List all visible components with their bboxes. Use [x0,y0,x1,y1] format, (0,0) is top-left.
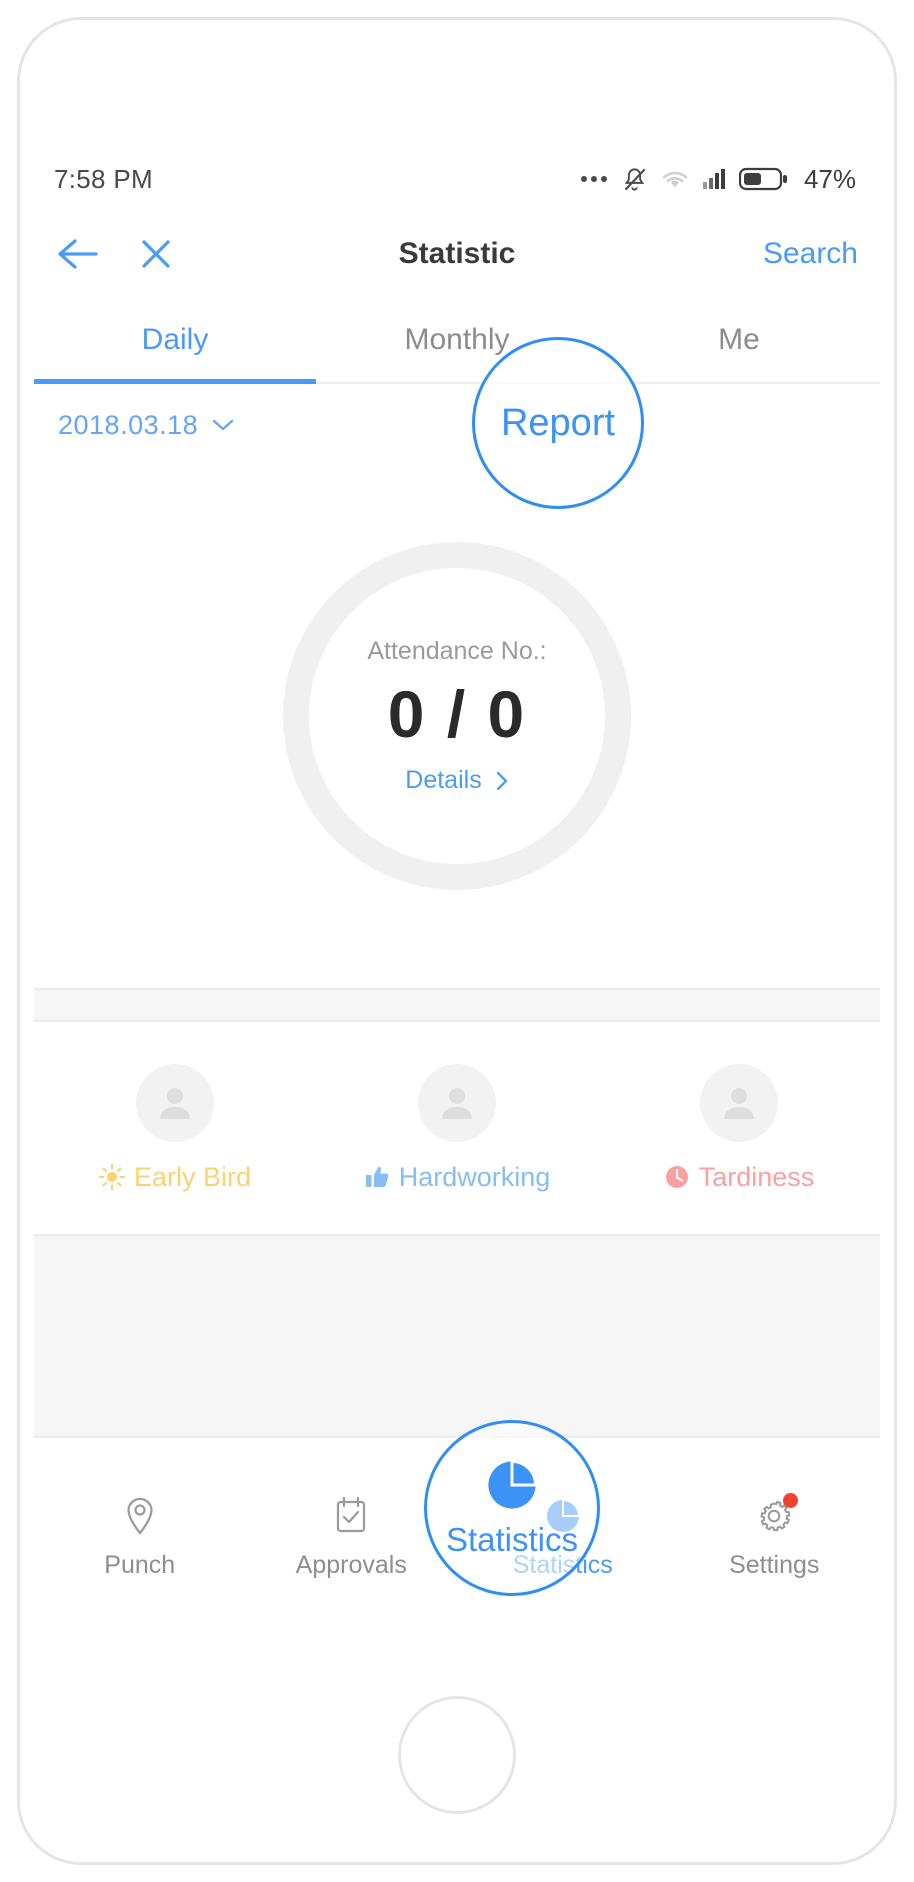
person-avatar-icon [700,1063,778,1142]
date-selector-value: 2018.03.18 [58,409,199,440]
badge-hardworking[interactable]: Hardworking [316,1022,598,1234]
nav-item-approvals-label: Approvals [295,1550,407,1579]
signal-icon [702,169,725,189]
battery-percentage: 47% [803,163,856,194]
battery-icon [738,167,787,191]
badge-hardworking-label: Hardworking [398,1161,551,1192]
badge-tardiness-label-row: Tardiness [664,1161,815,1193]
mute-bell-icon [624,167,646,191]
app-header: Statistic Search [34,210,880,298]
home-button[interactable] [398,1696,516,1814]
location-pin-icon [121,1495,159,1542]
phone-screen: 7:58 PM 47% Statistic Search Daily Month… [34,148,880,1596]
tab-monthly-label: Monthly [404,323,510,356]
status-bar: 7:58 PM 47% [34,148,880,210]
attendance-section: Attendance No.: 0 / 0 Details [34,466,880,966]
sun-icon [98,1164,125,1190]
badge-early-bird-label: Early Bird [133,1161,252,1192]
tab-daily-label: Daily [141,323,209,356]
badges-section: Early Bird Hardworking Tardiness [34,1022,880,1236]
tab-me[interactable]: Me [598,298,880,382]
date-selector[interactable]: 2018.03.18 [34,384,880,466]
badge-early-bird[interactable]: Early Bird [34,1022,316,1234]
more-dots-icon [580,176,607,182]
settings-notification-dot [783,1492,799,1508]
chevron-right-icon [496,771,507,790]
wifi-icon [662,171,688,187]
chevron-down-icon [212,419,234,431]
attendance-count: 0 / 0 [387,677,527,751]
phone-frame: 7:58 PM 47% Statistic Search Daily Month… [17,17,897,1865]
arrow-left-icon[interactable] [56,236,100,272]
nav-item-statistics-label: Statistics [512,1550,613,1579]
nav-item-settings[interactable]: Settings [669,1478,881,1596]
tab-daily[interactable]: Daily [34,298,316,384]
badge-tardiness-label: Tardiness [698,1161,815,1192]
checklist-icon [332,1495,370,1542]
tab-bar: Daily Monthly Me [34,298,880,384]
content-filler-area [34,1236,880,1438]
tab-me-label: Me [718,323,760,356]
tab-monthly[interactable]: Monthly [316,298,598,382]
search-button[interactable]: Search [763,237,858,271]
details-link-label: Details [405,766,482,794]
person-avatar-icon [136,1063,214,1142]
bottom-navigation: Punch Approvals Statistics Settings [34,1478,880,1596]
nav-item-statistics[interactable]: Statistics [457,1478,669,1596]
status-bar-icons: 47% [580,164,856,195]
nav-item-approvals[interactable]: Approvals [246,1478,458,1596]
badge-early-bird-label-row: Early Bird [98,1161,252,1193]
attendance-donut: Attendance No.: 0 / 0 Details [283,542,631,890]
close-x-icon[interactable] [138,236,174,272]
details-link[interactable]: Details [405,766,508,795]
section-divider-band [34,988,880,1022]
nav-item-punch-label: Punch [104,1550,176,1579]
person-avatar-icon [418,1063,496,1142]
badge-hardworking-label-row: Hardworking [364,1161,551,1193]
clock-icon [665,1166,688,1188]
status-bar-time: 7:58 PM [54,163,153,194]
thumbs-up-icon [365,1166,389,1187]
nav-item-settings-label: Settings [729,1550,820,1579]
gear-icon [755,1492,799,1542]
nav-item-punch[interactable]: Punch [34,1478,246,1596]
badge-tardiness[interactable]: Tardiness [598,1022,880,1234]
attendance-label: Attendance No.: [367,637,547,665]
pie-chart-icon [544,1495,582,1542]
